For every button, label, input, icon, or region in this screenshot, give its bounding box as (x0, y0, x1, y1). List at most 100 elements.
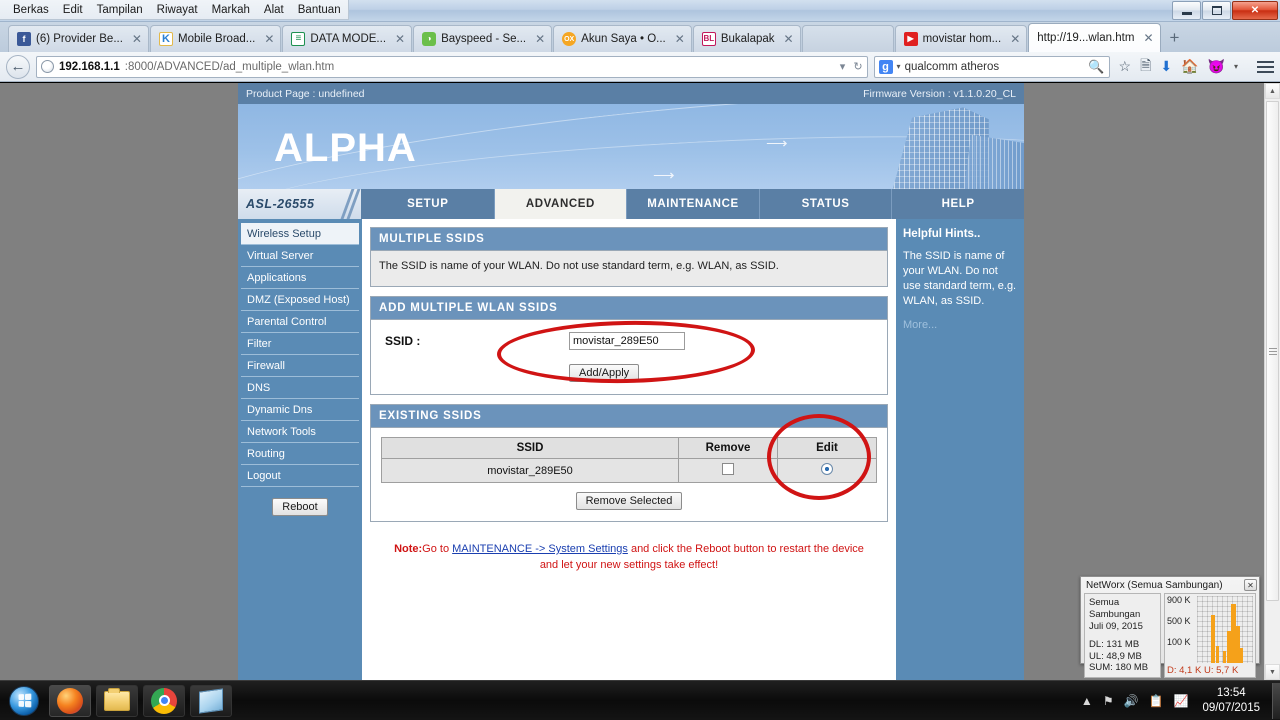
menu-edit[interactable]: Edit (56, 2, 90, 18)
menu-hamburger-icon[interactable] (1257, 60, 1274, 73)
tab-advanced[interactable]: ADVANCED (494, 189, 628, 219)
dropdown-marker-icon[interactable]: ▾ (840, 60, 846, 73)
downloads-icon[interactable]: ⬇ (1160, 58, 1172, 75)
column-ssid: SSID (381, 437, 679, 459)
sidebar-item-parental-control[interactable]: Parental Control (241, 311, 359, 333)
close-window-button[interactable]: ✕ (1232, 1, 1278, 20)
networx-close-icon[interactable]: ✕ (1244, 579, 1257, 591)
start-button[interactable] (4, 683, 44, 719)
reader-view-icon[interactable]: 🗎 (1140, 55, 1151, 79)
show-desktop-button[interactable] (1272, 682, 1280, 719)
tray-expand-icon[interactable]: ▲ (1081, 694, 1093, 708)
google-sheets-favicon: ≡ (291, 32, 306, 46)
browser-tab[interactable]: f (6) Provider Be... ✕ (8, 25, 149, 52)
maximize-button[interactable] (1202, 1, 1231, 20)
network-flag-icon[interactable]: ⚑ (1103, 694, 1114, 708)
chevron-down-icon[interactable]: ▾ (1234, 62, 1238, 71)
taskbar-item-firefox[interactable] (49, 684, 91, 717)
model-badge: ASL-26555 (238, 189, 362, 219)
tab-status[interactable]: STATUS (760, 189, 893, 219)
browser-tab[interactable]: ◑ Bayspeed - Se... ✕ (413, 25, 553, 52)
networx-tray-icon[interactable]: 📈 (1173, 694, 1188, 708)
reboot-button[interactable]: Reboot (272, 498, 328, 516)
sidebar-item-dynamic-dns[interactable]: Dynamic Dns (241, 399, 359, 421)
menu-bantuan[interactable]: Bantuan (291, 2, 348, 18)
address-bar[interactable]: 192.168.1.1 :8000/ADVANCED/ad_multiple_w… (36, 55, 868, 78)
scrollbar-thumb[interactable] (1266, 101, 1279, 601)
menu-tampilan[interactable]: Tampilan (90, 2, 150, 18)
minimize-button[interactable] (1172, 1, 1201, 20)
tab-close-icon[interactable]: ✕ (784, 32, 794, 46)
tab-close-icon[interactable]: ✕ (395, 32, 405, 46)
browser-tab-blank[interactable] (801, 25, 894, 52)
menu-riwayat[interactable]: Riwayat (150, 2, 205, 18)
url-path: :8000/ADVANCED/ad_multiple_wlan.htm (124, 60, 335, 73)
sidebar-item-firewall[interactable]: Firewall (241, 355, 359, 377)
page-scrollbar[interactable]: ▲ ▼ (1264, 83, 1280, 680)
existing-ssids-body: SSID Remove Edit movistar_289E50 Remove … (371, 414, 887, 521)
table-header-row: SSID Remove Edit (381, 437, 877, 459)
browser-tab[interactable]: K Mobile Broad... ✕ (149, 25, 282, 52)
browser-tab[interactable]: OX Akun Saya • O... ✕ (553, 25, 692, 52)
sidebar-item-logout[interactable]: Logout (241, 465, 359, 487)
tab-close-icon[interactable]: ✕ (675, 32, 685, 46)
scroll-down-arrow-icon[interactable]: ▼ (1265, 664, 1280, 680)
browser-menu-bar: Berkas Edit Tampilan Riwayat Markah Alat… (0, 0, 349, 20)
system-tray: ▲ ⚑ 🔊 📋 📈 13:54 09/07/2015 (1081, 686, 1272, 716)
taskbar-clock[interactable]: 13:54 09/07/2015 (1198, 686, 1264, 716)
menu-markah[interactable]: Markah (205, 2, 257, 18)
edit-radio-button[interactable] (821, 463, 833, 475)
tab-close-icon[interactable]: ✕ (535, 32, 545, 46)
menu-berkas[interactable]: Berkas (6, 2, 56, 18)
tab-maintenance[interactable]: MAINTENANCE (627, 189, 760, 219)
remove-checkbox[interactable] (722, 463, 734, 475)
taskbar-item-chrome[interactable] (143, 684, 185, 717)
sidebar-item-applications[interactable]: Applications (241, 267, 359, 289)
add-apply-button[interactable]: Add/Apply (569, 364, 640, 382)
browser-tab[interactable]: ≡ DATA MODE... ✕ (282, 25, 413, 52)
reload-icon[interactable]: ↻ (853, 60, 862, 73)
browser-tab[interactable]: BL Bukalapak ✕ (692, 25, 801, 52)
browser-tab[interactable]: ▶ movistar hom... ✕ (894, 25, 1028, 52)
maintenance-system-settings-link[interactable]: MAINTENANCE -> System Settings (452, 543, 628, 555)
sidebar-item-virtual-server[interactable]: Virtual Server (241, 245, 359, 267)
tab-help[interactable]: HELP (892, 189, 1024, 219)
sidebar-item-wireless-setup[interactable]: Wireless Setup (241, 223, 359, 245)
search-input[interactable]: g ▾ qualcomm atheros 🔍 (873, 55, 1110, 78)
tab-close-icon[interactable]: ✕ (1143, 31, 1153, 45)
new-tab-button[interactable]: + (1162, 28, 1188, 52)
hints-text: The SSID is name of your WLAN. Do not us… (903, 250, 1017, 307)
browser-tab-active[interactable]: http://19...wlan.htm ✕ (1028, 23, 1161, 52)
taskbar-item-notepad[interactable] (190, 684, 232, 717)
hints-more-link[interactable]: More... (903, 319, 1017, 331)
taskbar-item-explorer[interactable] (96, 684, 138, 717)
sidebar-item-routing[interactable]: Routing (241, 443, 359, 465)
sidebar-item-dns[interactable]: DNS (241, 377, 359, 399)
tab-setup[interactable]: SETUP (362, 189, 495, 219)
arrow-decoration-icon: ⟶ (766, 135, 788, 152)
sidebar-item-filter[interactable]: Filter (241, 333, 359, 355)
volume-icon[interactable]: 🔊 (1124, 694, 1139, 708)
action-center-icon[interactable]: 📋 (1149, 694, 1164, 708)
sidebar-item-network-tools[interactable]: Network Tools (241, 421, 359, 443)
back-button-icon[interactable]: ← (6, 54, 30, 79)
router-content: MULTIPLE SSIDS The SSID is name of your … (362, 219, 896, 680)
tab-title: movistar hom... (922, 33, 1002, 45)
bookmark-star-icon[interactable]: ☆ (1119, 58, 1132, 75)
networx-widget[interactable]: NetWorx (Semua Sambungan) ✕ Semua Sambun… (1080, 576, 1260, 679)
axis-tick-500k: 500 K (1167, 616, 1191, 626)
cell-edit (777, 458, 877, 483)
menu-alat[interactable]: Alat (257, 2, 291, 18)
home-icon[interactable]: 🏠 (1181, 58, 1198, 75)
remove-selected-button[interactable]: Remove Selected (575, 492, 683, 510)
tab-close-icon[interactable]: ✕ (132, 32, 142, 46)
tab-close-icon[interactable]: ✕ (1010, 32, 1020, 46)
ssid-input[interactable] (569, 332, 685, 350)
bukalapak-favicon: BL (701, 32, 716, 46)
chevron-down-icon[interactable]: ▾ (897, 62, 901, 71)
search-icon[interactable]: 🔍 (1088, 59, 1104, 75)
scroll-up-arrow-icon[interactable]: ▲ (1265, 83, 1280, 99)
addon-monkey-icon[interactable]: 😈 (1208, 58, 1225, 75)
sidebar-item-dmz[interactable]: DMZ (Exposed Host) (241, 289, 359, 311)
tab-close-icon[interactable]: ✕ (264, 32, 274, 46)
